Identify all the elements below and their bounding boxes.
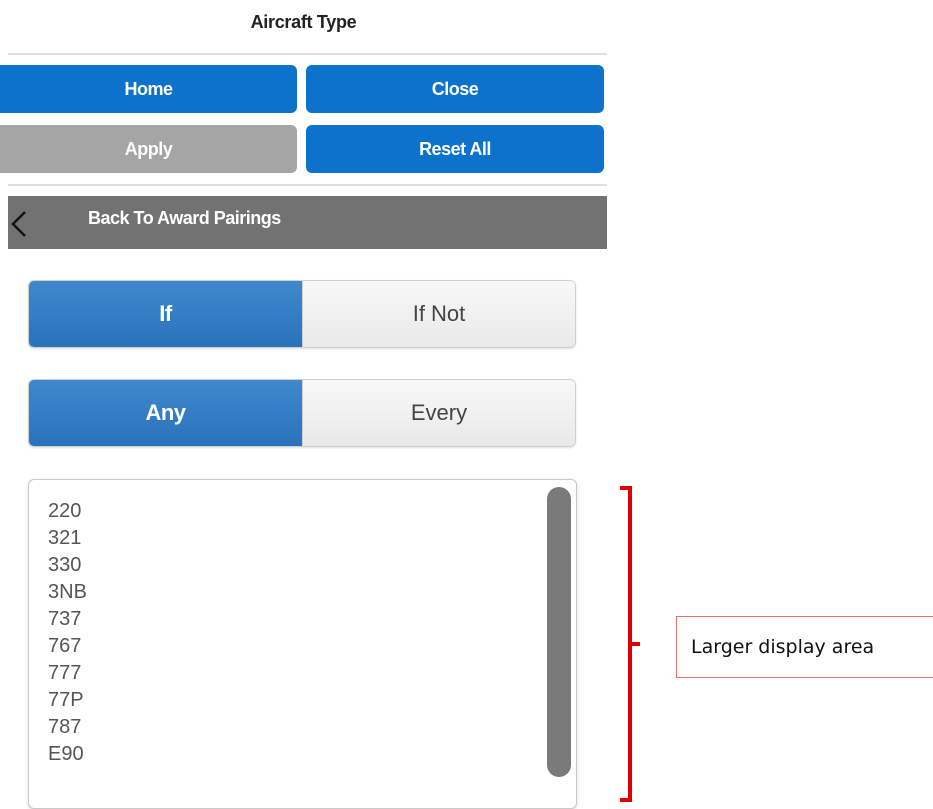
if-condition-toggle: If If Not [28, 280, 576, 348]
list-item[interactable]: 777 [48, 660, 87, 687]
list-item[interactable]: 321 [48, 525, 87, 552]
aircraft-type-listbox[interactable]: 220 321 330 3NB 737 767 777 77P 787 E90 [28, 479, 577, 809]
any-every-toggle: Any Every [28, 379, 576, 447]
list-item[interactable]: 330 [48, 552, 87, 579]
buttons-divider [8, 184, 607, 186]
page-title: Aircraft Type [250, 12, 357, 32]
aircraft-type-panel: Aircraft Type Home Close Apply Reset All… [0, 0, 607, 809]
close-button[interactable]: Close [306, 65, 604, 113]
list-item[interactable]: 77P [48, 687, 87, 714]
list-item[interactable]: 767 [48, 633, 87, 660]
chevron-left-icon[interactable] [8, 210, 32, 238]
red-bracket-annotation [620, 486, 640, 802]
apply-button[interactable]: Apply [0, 125, 297, 173]
any-option[interactable]: Any [29, 380, 302, 446]
larger-display-area-callout: Larger display area [676, 616, 933, 678]
list-item[interactable]: 737 [48, 606, 87, 633]
if-option[interactable]: If [29, 281, 302, 347]
header-divider [8, 53, 607, 55]
aircraft-type-list: 220 321 330 3NB 737 767 777 77P 787 E90 [48, 498, 87, 768]
list-item[interactable]: 3NB [48, 579, 87, 606]
list-item[interactable]: E90 [48, 741, 87, 768]
home-button[interactable]: Home [0, 65, 297, 113]
if-not-option[interactable]: If Not [302, 281, 575, 347]
list-item[interactable]: 220 [48, 498, 87, 525]
list-item[interactable]: 787 [48, 714, 87, 741]
back-to-award-pairings-bar[interactable]: Back To Award Pairings [8, 196, 607, 249]
back-to-award-pairings-label: Back To Award Pairings [88, 208, 281, 228]
reset-all-button[interactable]: Reset All [306, 125, 604, 173]
every-option[interactable]: Every [302, 380, 575, 446]
listbox-scrollbar[interactable] [547, 487, 571, 777]
